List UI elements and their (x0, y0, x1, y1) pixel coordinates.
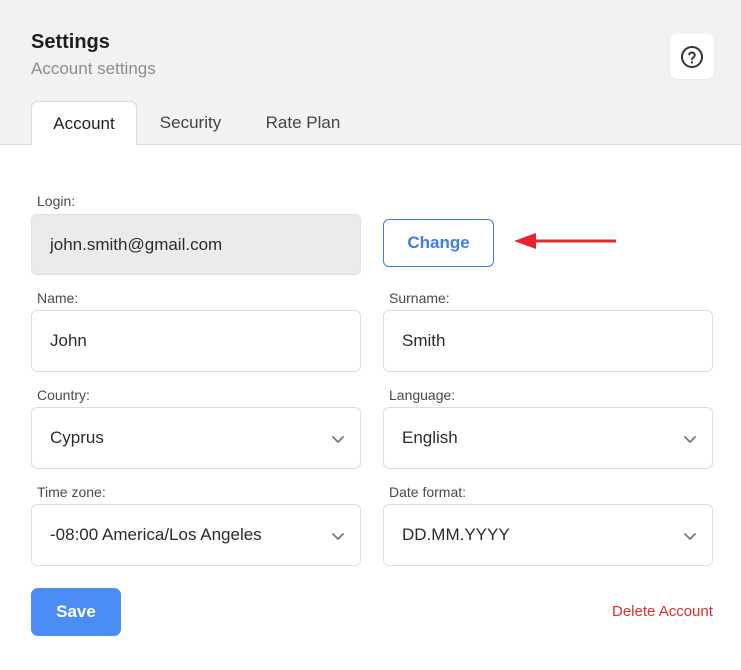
name-label: Name: (37, 290, 79, 306)
chevron-down-icon (332, 436, 344, 443)
name-input[interactable]: John (31, 310, 361, 372)
tab-account[interactable]: Account (31, 101, 137, 146)
timezone-value: -08:00 America/Los Angeles (50, 525, 262, 544)
delete-account-link[interactable]: Delete Account (612, 603, 713, 620)
surname-input[interactable]: Smith (383, 310, 713, 372)
question-circle-icon (681, 45, 703, 68)
settings-header: Settings Account settings Account Securi… (0, 0, 741, 146)
country-label: Country: (37, 387, 90, 403)
tab-security[interactable]: Security (137, 101, 244, 145)
settings-tabs: Account Security Rate Plan (31, 101, 362, 146)
surname-label: Surname: (389, 290, 450, 306)
timezone-select[interactable]: -08:00 America/Los Angeles (31, 504, 361, 566)
timezone-label: Time zone: (37, 484, 106, 500)
change-login-button[interactable]: Change (383, 219, 494, 267)
chevron-down-icon (684, 436, 696, 443)
date-format-value: DD.MM.YYYY (402, 525, 510, 544)
login-field: john.smith@gmail.com (31, 214, 361, 275)
country-value: Cyprus (50, 428, 104, 447)
date-format-label: Date format: (389, 484, 467, 500)
chevron-down-icon (332, 533, 344, 540)
date-format-select[interactable]: DD.MM.YYYY (383, 504, 713, 566)
language-label: Language: (389, 387, 456, 403)
tab-rate-plan[interactable]: Rate Plan (244, 101, 362, 145)
language-select[interactable]: English (383, 407, 713, 469)
annotation-arrow-icon (514, 233, 616, 249)
login-label: Login: (37, 193, 76, 209)
chevron-down-icon (684, 533, 696, 540)
page-title: Settings (31, 31, 110, 53)
save-button[interactable]: Save (31, 588, 121, 636)
country-select[interactable]: Cyprus (31, 407, 361, 469)
page-subtitle: Account settings (31, 59, 156, 78)
language-value: English (402, 428, 458, 447)
help-button[interactable] (670, 34, 714, 79)
